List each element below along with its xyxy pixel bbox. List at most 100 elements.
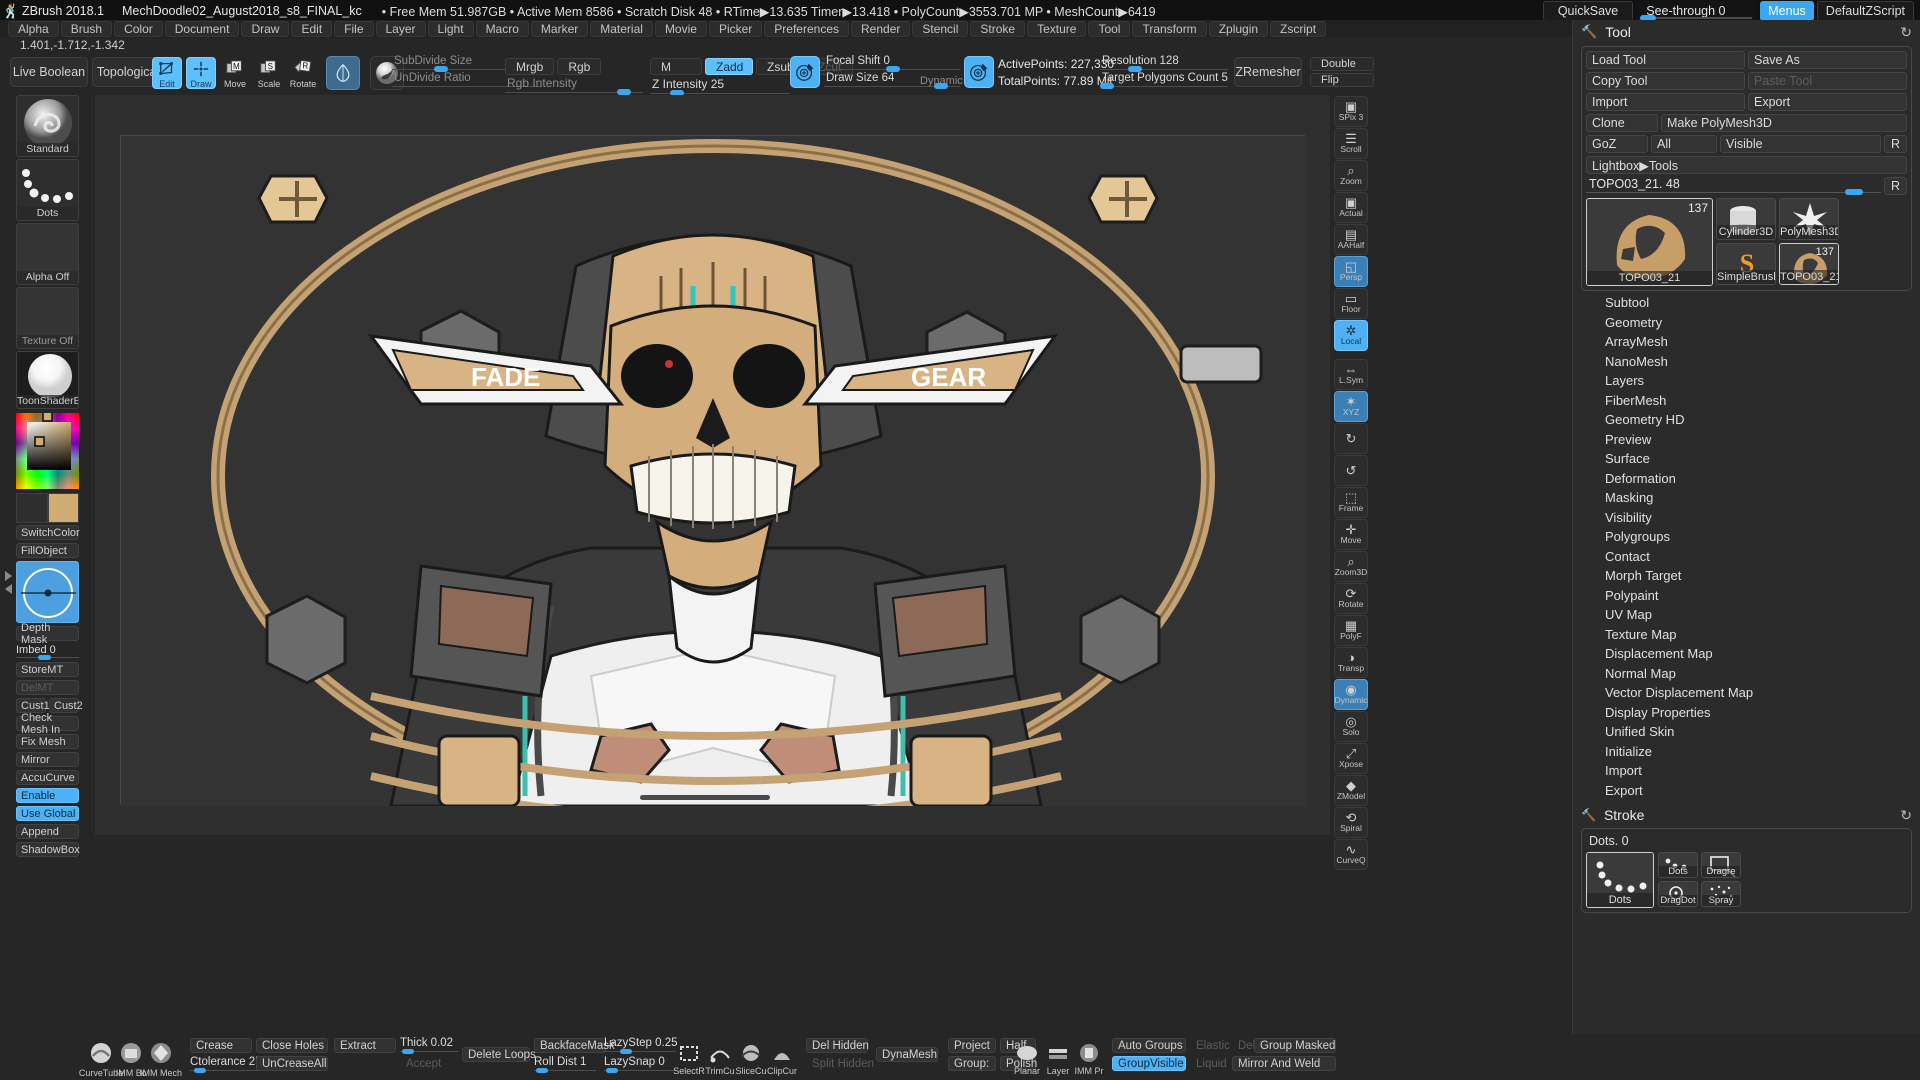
refresh-icon[interactable]: ↻: [1900, 24, 1912, 41]
roll-dist-knob[interactable]: [536, 1068, 548, 1073]
all-button[interactable]: All: [1651, 135, 1717, 153]
default-zscript-button[interactable]: DefaultZScript: [1816, 1, 1914, 21]
submenu-masking[interactable]: Masking: [1581, 488, 1912, 508]
accept-button[interactable]: Accept: [400, 1056, 452, 1071]
perspective-button[interactable]: ◱ Persp: [1334, 256, 1368, 287]
group-masked-button[interactable]: Group Masked: [1254, 1038, 1336, 1053]
floor-button[interactable]: ▭ Floor: [1334, 288, 1368, 319]
load-tool-button[interactable]: Load Tool: [1586, 51, 1745, 69]
z-intensity-slider[interactable]: Z Intensity 25: [650, 77, 790, 96]
stroke-thumb-dots-preview[interactable]: Dots: [1658, 852, 1698, 878]
target-polygons-count-knob[interactable]: [1100, 83, 1114, 89]
actual-size-button[interactable]: ▣ Actual: [1334, 192, 1368, 223]
stroke-thumb-spray[interactable]: Spray: [1701, 881, 1741, 907]
see-through-slider[interactable]: See-through 0: [1636, 1, 1757, 21]
submenu-preview[interactable]: Preview: [1581, 430, 1912, 450]
local-symmetry-button[interactable]: ⇔ L.Sym: [1334, 359, 1368, 390]
zoom-button[interactable]: ⌕ Zoom: [1334, 160, 1368, 191]
paste-tool-button[interactable]: Paste Tool: [1748, 72, 1907, 90]
move-nav-button[interactable]: ✛ Move: [1334, 519, 1368, 550]
thick-slider[interactable]: Thick 0.02: [400, 1037, 458, 1054]
enable-button[interactable]: Enable: [16, 788, 79, 803]
rotate-mode-button[interactable]: R Rotate: [288, 57, 318, 89]
imm-bc-brush-icon[interactable]: IMM Bc: [116, 1042, 146, 1078]
move-mode-button[interactable]: M Move: [220, 57, 250, 89]
delete-loops-button[interactable]: Delete Loops: [462, 1047, 536, 1062]
current-tool-slider[interactable]: TOPO03_21. 48: [1586, 177, 1881, 195]
m-button[interactable]: M: [650, 58, 702, 75]
submenu-vector-displacement-map[interactable]: Vector Displacement Map: [1581, 683, 1912, 703]
frame-button[interactable]: ⬚ Frame: [1334, 487, 1368, 518]
tool-thumb-topo03-small[interactable]: 137 TOPO03_21: [1779, 243, 1839, 285]
menus-button[interactable]: Menus: [1760, 1, 1814, 21]
submenu-unified-skin[interactable]: Unified Skin: [1581, 722, 1912, 742]
canvas-document-frame[interactable]: FADE GEAR: [120, 135, 1306, 806]
switch-color-button[interactable]: SwitchColor: [16, 525, 80, 540]
alpha-selector[interactable]: Alpha Off: [16, 223, 79, 285]
crease-button[interactable]: Crease: [190, 1038, 252, 1053]
menu-alpha[interactable]: Alpha: [8, 21, 59, 37]
menu-edit[interactable]: Edit: [291, 21, 333, 37]
submenu-normal-map[interactable]: Normal Map: [1581, 664, 1912, 684]
depth-mask-gyro[interactable]: [16, 561, 79, 623]
submenu-export[interactable]: Export: [1581, 781, 1912, 801]
submenu-deformation[interactable]: Deformation: [1581, 469, 1912, 489]
clip-curve-icon[interactable]: ClipCur: [767, 1040, 797, 1076]
submenu-nanomesh[interactable]: NanoMesh: [1581, 352, 1912, 372]
clone-button[interactable]: Clone: [1586, 114, 1658, 132]
rotate-cw-button[interactable]: ↻: [1334, 423, 1368, 454]
submenu-polypaint[interactable]: Polypaint: [1581, 586, 1912, 606]
brush-preview-button[interactable]: [326, 56, 360, 90]
stroke-selector[interactable]: Dots: [16, 159, 79, 221]
xpose-button[interactable]: ⤢ Xpose: [1334, 743, 1368, 774]
elastic-button[interactable]: Elastic: [1190, 1038, 1234, 1053]
stroke-palette-header[interactable]: 🔨 Stroke ↻: [1573, 804, 1920, 826]
menu-transform[interactable]: Transform: [1132, 21, 1207, 37]
submenu-import[interactable]: Import: [1581, 761, 1912, 781]
menu-tool[interactable]: Tool: [1088, 21, 1131, 37]
depth-mask-button[interactable]: Depth Mask: [16, 622, 79, 646]
lazy-step-knob[interactable]: [620, 1049, 632, 1054]
trim-curve-icon[interactable]: TrimCu: [705, 1040, 735, 1076]
submenu-displacement-map[interactable]: Displacement Map: [1581, 644, 1912, 664]
canvas-horizontal-scrollbar[interactable]: [640, 795, 770, 800]
menu-preferences[interactable]: Preferences: [764, 21, 849, 37]
ctolerance-knob[interactable]: [194, 1068, 206, 1073]
menu-document[interactable]: Document: [164, 21, 240, 37]
stroke-thumb-dots[interactable]: Dots: [1586, 852, 1654, 908]
menu-light[interactable]: Light: [427, 21, 474, 37]
store-mt-button[interactable]: StoreMT: [16, 662, 79, 677]
material-selector[interactable]: ToonShaderExF: [16, 351, 79, 409]
group-button[interactable]: Group:: [948, 1056, 996, 1071]
accucurve-button[interactable]: AccuCurve: [16, 770, 79, 785]
tool-thumb-polymesh[interactable]: PolyMesh3D: [1779, 198, 1839, 240]
menu-color[interactable]: Color: [114, 21, 163, 37]
mrgb-button[interactable]: Mrgb: [505, 58, 555, 75]
xyz-button[interactable]: ✶ XYZ: [1334, 391, 1368, 422]
rgb-button[interactable]: Rgb: [557, 58, 602, 75]
curve-brush-button[interactable]: ∿ CurveQ: [1334, 839, 1368, 870]
liquid-button[interactable]: Liquid: [1190, 1056, 1234, 1071]
zmodeler-button[interactable]: ◆ ZModel: [1334, 775, 1368, 806]
stroke-refresh-icon[interactable]: ↻: [1900, 807, 1912, 824]
submenu-initialize[interactable]: Initialize: [1581, 742, 1912, 762]
scroll-right-arrow-icon[interactable]: [4, 571, 12, 581]
flip-button[interactable]: Flip: [1310, 73, 1374, 87]
goz-button[interactable]: GoZ: [1586, 135, 1648, 153]
submenu-fibermesh[interactable]: FiberMesh: [1581, 391, 1912, 411]
menu-brush[interactable]: Brush: [60, 21, 113, 37]
slice-curve-icon[interactable]: SliceCu: [736, 1040, 767, 1076]
submenu-uv-map[interactable]: UV Map: [1581, 605, 1912, 625]
tool-thumb-topo03[interactable]: 137 TOPO03_21: [1586, 198, 1713, 286]
menu-zplugin[interactable]: Zplugin: [1208, 21, 1269, 37]
draw-size-icon-button[interactable]: [964, 56, 994, 88]
menu-marker[interactable]: Marker: [530, 21, 589, 37]
local-button[interactable]: ✲ Local: [1334, 320, 1368, 351]
menu-draw[interactable]: Draw: [241, 21, 290, 37]
check-mesh-in-button[interactable]: Check Mesh In: [16, 712, 79, 736]
menu-stroke[interactable]: Stroke: [970, 21, 1026, 37]
scroll-button[interactable]: ☰ Scroll: [1334, 128, 1368, 159]
export-button[interactable]: Export: [1748, 93, 1907, 111]
lazy-snap-slider[interactable]: LazySnap 0: [604, 1056, 676, 1073]
bpr-render-button[interactable]: ▣ SPix 3: [1334, 96, 1368, 127]
